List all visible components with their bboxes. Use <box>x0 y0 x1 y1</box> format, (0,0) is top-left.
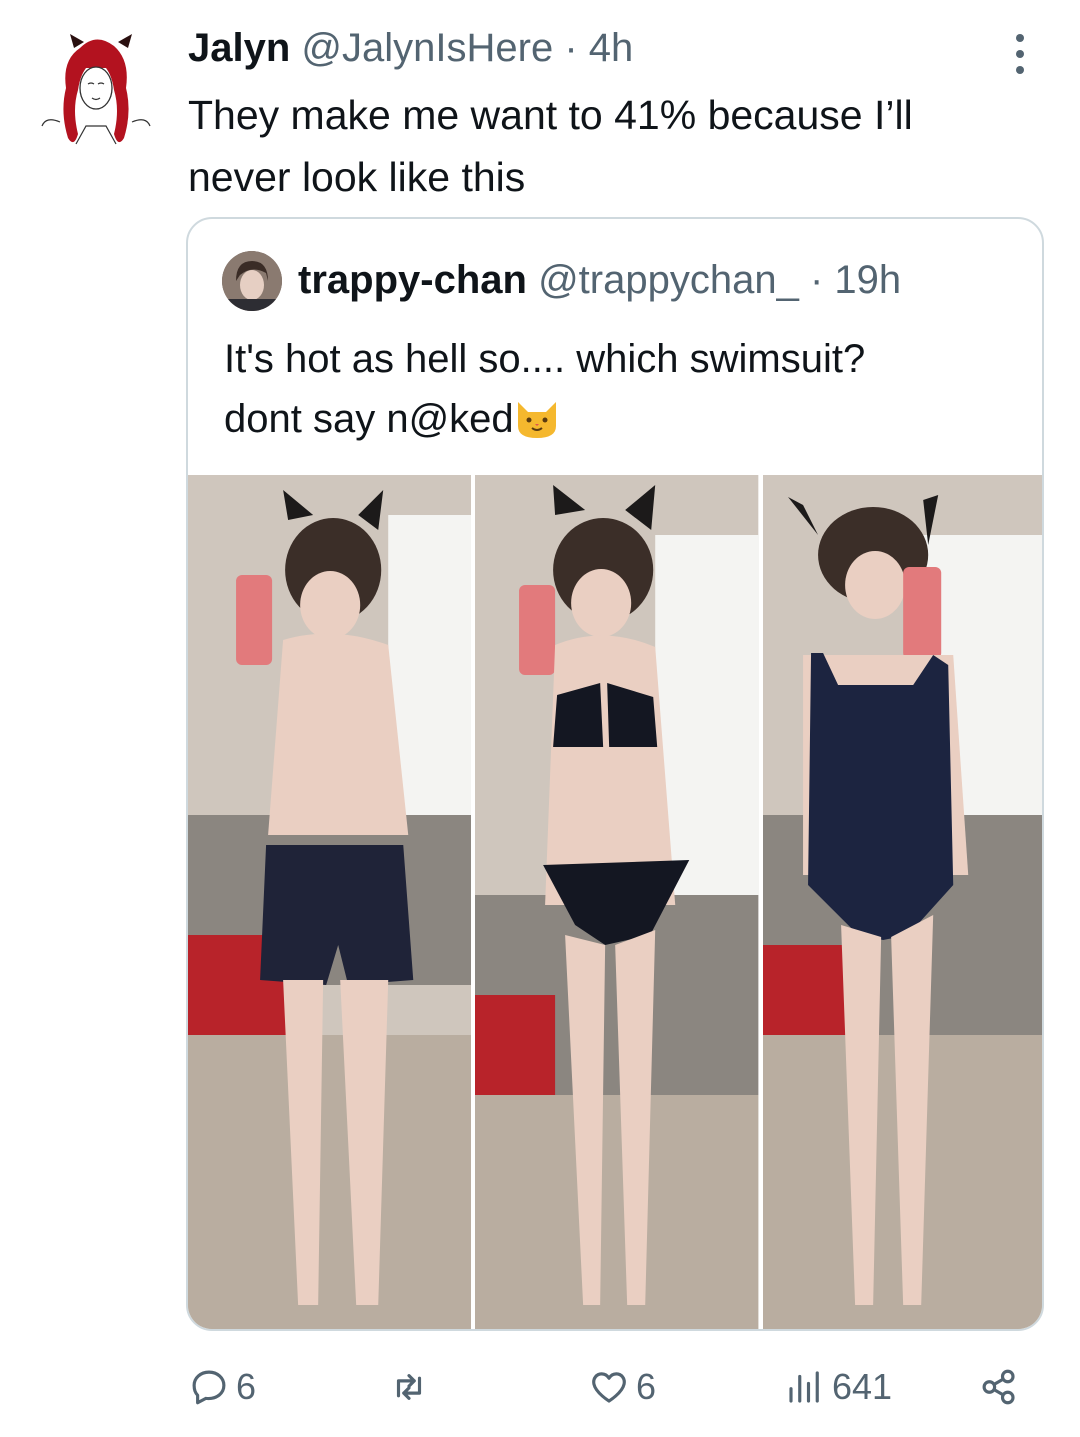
share-button[interactable] <box>978 1362 1020 1412</box>
quoted-post-header: trappy-chan @trappychan_ · 19h <box>298 255 901 305</box>
quoted-text-line-1: It's hot as hell so.... which swimsuit? <box>224 337 866 381</box>
photo-2[interactable] <box>475 475 759 1329</box>
post-header: Jalyn @JalynIsHere · 4h <box>188 24 990 72</box>
heart-icon <box>592 1372 626 1403</box>
share-icon <box>982 1369 1015 1405</box>
mirror-selfie-shorts-image <box>188 475 472 1329</box>
cat-face-emoji-icon <box>517 402 556 438</box>
quoted-text-line-2: dont say n@ked <box>224 397 514 441</box>
mirror-selfie-one-piece-image <box>762 475 1042 1329</box>
repost-button[interactable] <box>388 1362 436 1412</box>
action-bar: 6 6 641 <box>0 1362 1080 1412</box>
repost-icon <box>396 1374 422 1400</box>
reply-button[interactable]: 6 <box>188 1362 256 1412</box>
quoted-author-handle[interactable]: @trappychan_ <box>538 258 799 302</box>
photo-grid <box>188 475 1042 1329</box>
quoted-author-name[interactable]: trappy-chan <box>298 258 527 302</box>
more-options-icon[interactable] <box>1010 34 1030 74</box>
quoted-post-text: It's hot as hell so.... which swimsuit? … <box>224 329 1014 449</box>
reply-count: 6 <box>236 1366 257 1407</box>
like-button[interactable]: 6 <box>588 1362 656 1412</box>
author-name[interactable]: Jalyn <box>188 26 290 70</box>
author-handle[interactable]: @JalynIsHere <box>301 26 553 70</box>
quoted-post-time[interactable]: · 19h <box>810 258 901 302</box>
photo-3[interactable] <box>762 475 1042 1329</box>
mirror-selfie-bikini-image <box>475 475 759 1329</box>
like-count: 6 <box>636 1366 657 1407</box>
post-time[interactable]: · 4h <box>564 26 633 70</box>
reply-icon <box>192 1370 226 1405</box>
views-bar-chart-icon <box>789 1371 819 1403</box>
quoted-post-card[interactable]: trappy-chan @trappychan_ · 19h It's hot … <box>186 217 1044 1331</box>
quoted-author-avatar[interactable] <box>222 251 282 311</box>
photo-1[interactable] <box>188 475 472 1329</box>
author-avatar[interactable] <box>40 26 152 156</box>
views-button[interactable]: 641 <box>784 1362 892 1412</box>
views-count: 641 <box>832 1366 893 1407</box>
post-text: They make me want to 41% because I’ll ne… <box>188 92 913 200</box>
